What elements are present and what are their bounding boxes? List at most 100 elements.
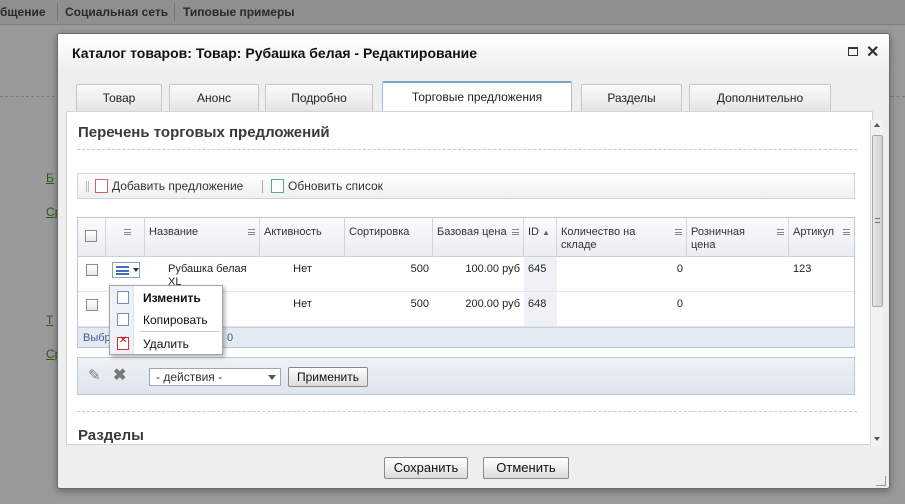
select-all-checkbox[interactable] — [85, 230, 97, 242]
dialog-footer: Сохранить Отменить — [58, 448, 889, 488]
column-label: Сортировка — [349, 226, 410, 238]
background-divider — [0, 96, 60, 97]
bg-top-link[interactable]: бщение — [0, 5, 46, 19]
cell-active: Нет — [293, 263, 312, 275]
cell-sku — [789, 292, 854, 327]
row-checkbox[interactable] — [86, 264, 98, 276]
column-menu-icon[interactable] — [675, 229, 682, 235]
add-offer-label: Добавить предложение — [112, 179, 244, 193]
bg-top-link[interactable]: Типовые примеры — [183, 5, 295, 19]
menu-item-label: Удалить — [143, 337, 189, 351]
section-title: Перечень торговых предложений — [78, 124, 330, 141]
column-menu-icon[interactable] — [843, 229, 850, 235]
grid-header: Название Активность Сортировка Базовая ц… — [78, 218, 854, 257]
column-header-active[interactable]: Активность — [260, 218, 345, 257]
cell-id: 648 — [528, 298, 547, 310]
delete-icon — [117, 335, 129, 350]
add-document-icon — [95, 179, 108, 193]
bg-side-link[interactable]: Т — [46, 313, 53, 327]
select-all-cell — [78, 218, 106, 257]
tab-bar: Товар Анонс Подробно Торговые предложени… — [58, 80, 889, 112]
cell-price: 100.00 руб — [465, 263, 520, 275]
column-header-retail-price[interactable]: Розничная цена — [687, 218, 789, 257]
divider — [77, 149, 857, 150]
selected-count-value: 0 — [227, 332, 234, 344]
pencil-icon[interactable]: ✎ — [88, 368, 102, 383]
menu-item-copy[interactable]: Копировать — [110, 309, 222, 331]
resize-handle-icon[interactable] — [876, 476, 886, 486]
column-header-base-price[interactable]: Базовая цена — [433, 218, 524, 257]
tab-offers[interactable]: Торговые предложения — [382, 81, 572, 112]
column-menu-icon[interactable] — [512, 229, 519, 235]
cell-sku: 123 — [793, 263, 812, 275]
column-header-name[interactable]: Название — [145, 218, 260, 257]
toolbar-grip — [86, 181, 89, 192]
selected-count-label: Выбр — [83, 332, 111, 344]
sort-asc-icon: ▲ — [542, 228, 550, 237]
divider — [262, 180, 263, 193]
grip-icon — [875, 218, 880, 223]
divider — [77, 411, 857, 412]
tab-additional[interactable]: Дополнительно — [689, 84, 831, 112]
row-checkbox[interactable] — [86, 299, 98, 311]
bg-top-link[interactable]: Социальная сеть — [65, 5, 168, 19]
column-menu-icon — [124, 229, 131, 235]
cell-sort: 500 — [410, 298, 429, 310]
apply-button[interactable]: Применить — [288, 367, 368, 387]
menu-icon — [116, 266, 129, 275]
chevron-down-icon — [268, 375, 276, 380]
group-actions-bar: ✎ ✖ - действия - Применить — [77, 357, 855, 395]
cell-retail-price — [687, 257, 789, 292]
actions-select-value: - действия - — [156, 370, 223, 384]
column-label: ID — [528, 226, 539, 238]
row-actions-button[interactable] — [112, 262, 140, 278]
column-label: Базовая цена — [437, 226, 507, 238]
edit-icon — [117, 291, 129, 304]
cell-sort: 500 — [410, 263, 429, 275]
copy-icon — [117, 313, 129, 326]
divider — [174, 3, 175, 21]
menu-item-label: Копировать — [143, 313, 208, 327]
column-header-sku[interactable]: Артикул — [789, 218, 854, 257]
cell-stock: 0 — [676, 263, 683, 275]
cell-active: Нет — [293, 298, 312, 310]
cell-retail-price — [687, 292, 789, 327]
background-topbar: бщение Социальная сеть Типовые примеры — [0, 0, 905, 25]
add-offer-button[interactable]: Добавить предложение — [95, 178, 243, 195]
divider — [57, 3, 58, 21]
dialog-header[interactable]: Каталог товаров: Товар: Рубашка белая - … — [58, 34, 889, 72]
column-label: Артикул — [793, 226, 835, 238]
menu-item-edit[interactable]: Изменить — [110, 287, 222, 309]
column-label: Розничная цена — [691, 226, 745, 251]
divider — [140, 331, 220, 332]
save-button[interactable]: Сохранить — [384, 457, 468, 479]
tab-product[interactable]: Товар — [76, 84, 162, 112]
tab-announce[interactable]: Анонс — [169, 84, 259, 112]
close-icon[interactable]: ✕ — [866, 42, 879, 62]
refresh-list-label: Обновить список — [288, 179, 383, 193]
scroll-up-icon[interactable] — [874, 123, 880, 127]
column-header-id[interactable]: ID ▲ — [524, 218, 557, 257]
column-header-sort[interactable]: Сортировка — [345, 218, 433, 257]
maximize-icon[interactable] — [848, 47, 858, 56]
column-menu-icon[interactable] — [777, 229, 784, 235]
actions-select[interactable]: - действия - — [149, 368, 281, 386]
column-label: Количество на складе — [561, 226, 636, 251]
cell-stock: 0 — [676, 298, 683, 310]
column-label: Активность — [264, 226, 322, 238]
menu-item-delete[interactable]: Удалить — [110, 333, 222, 355]
cancel-button[interactable]: Отменить — [483, 457, 569, 479]
refresh-icon — [271, 179, 284, 193]
tab-sections[interactable]: Разделы — [581, 84, 682, 112]
column-menu-icon[interactable] — [248, 229, 255, 235]
scroll-down-icon[interactable] — [874, 437, 880, 441]
vertical-scrollbar[interactable] — [870, 120, 883, 446]
column-header-stock[interactable]: Количество на складе — [557, 218, 687, 257]
dialog-body: Перечень торговых предложений Добавить п… — [66, 111, 873, 445]
scrollbar-thumb[interactable] — [872, 135, 883, 307]
delete-icon[interactable]: ✖ — [113, 367, 126, 385]
actions-column-header[interactable] — [106, 218, 145, 257]
bg-side-link[interactable]: Б — [46, 171, 54, 185]
refresh-list-button[interactable]: Обновить список — [271, 178, 383, 195]
tab-details[interactable]: Подробно — [265, 84, 373, 112]
